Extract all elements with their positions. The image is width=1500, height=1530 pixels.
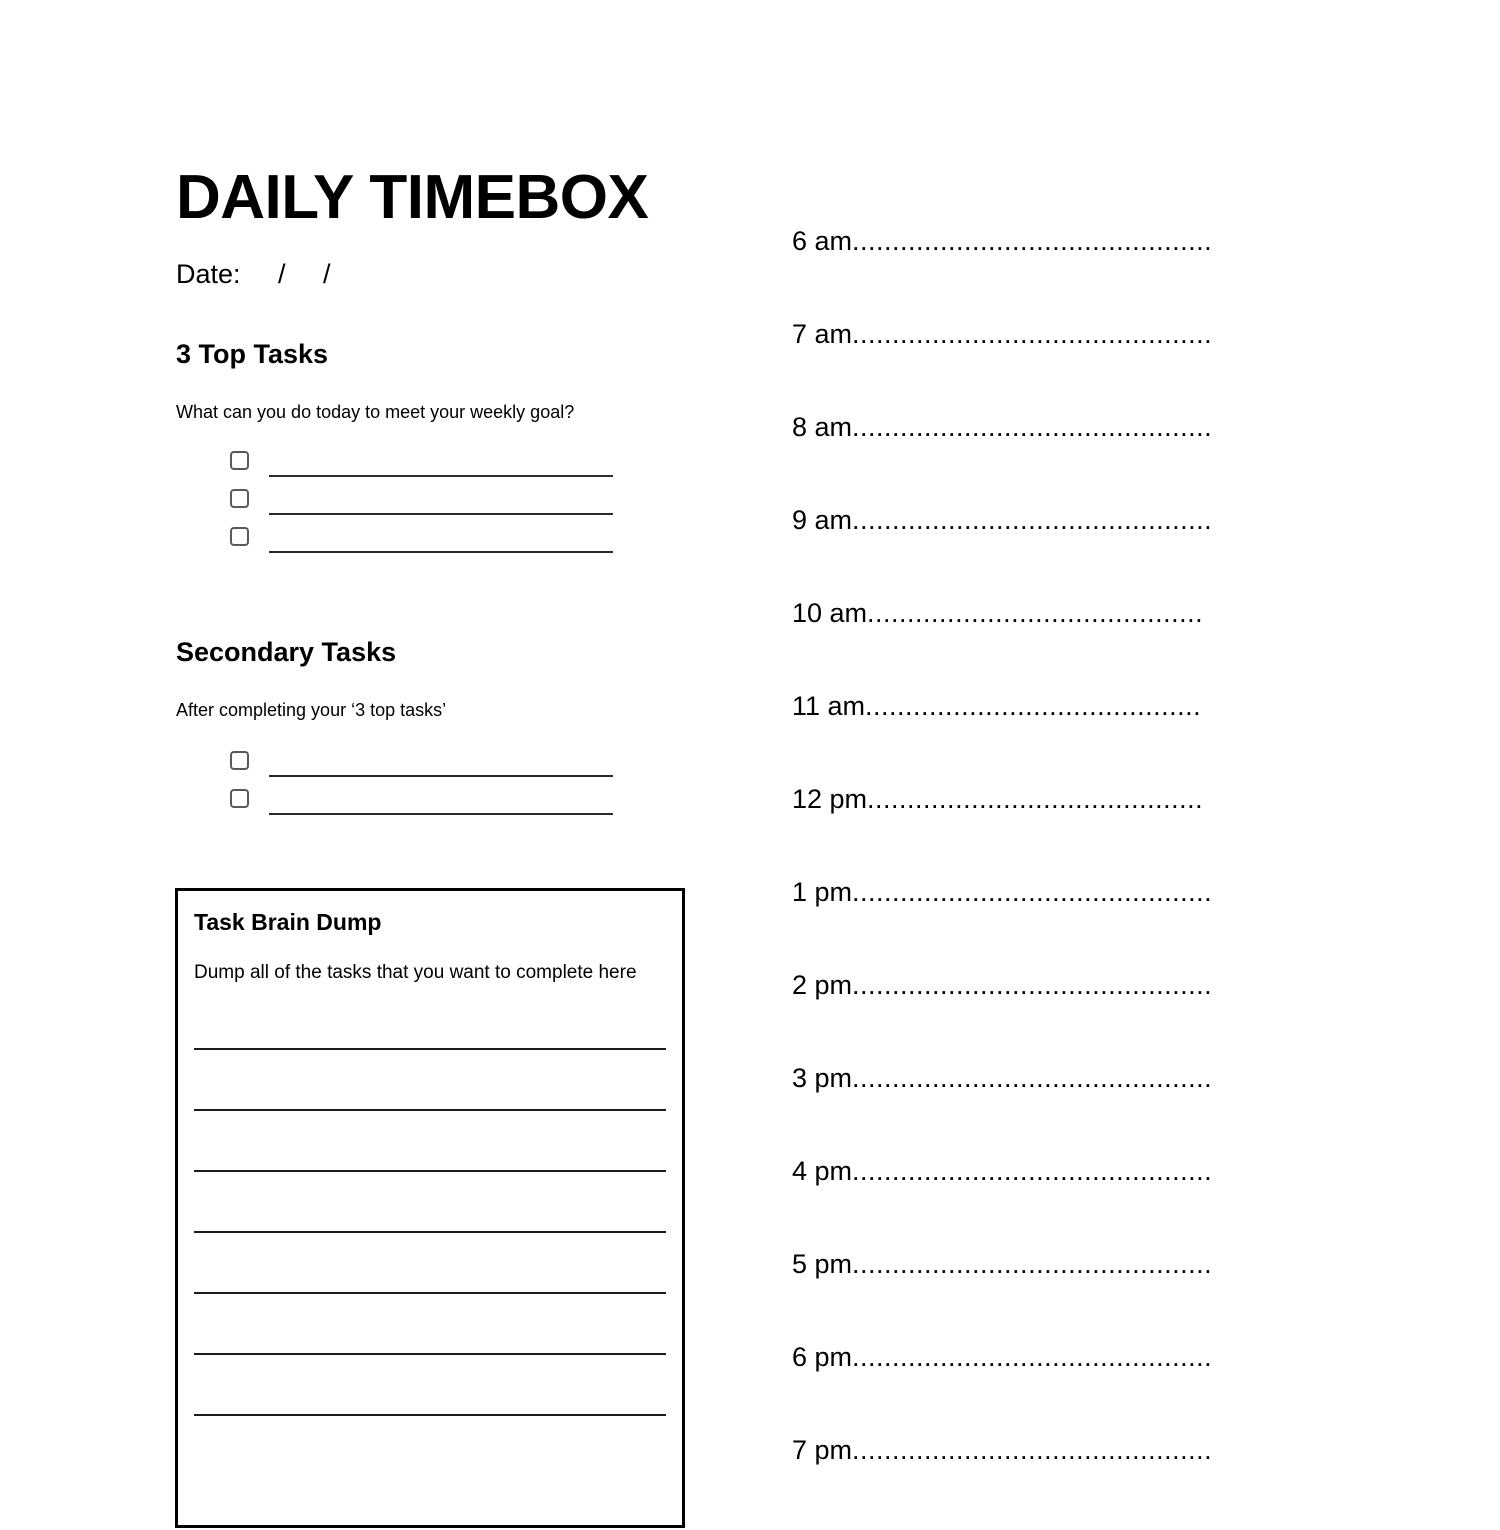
brain-dump-prompt: Dump all of the tasks that you want to c… xyxy=(194,961,637,983)
slot-time-label: 6 pm xyxy=(792,1344,853,1372)
brain-dump-line[interactable] xyxy=(194,1294,666,1356)
top-tasks-list xyxy=(230,450,696,564)
list-item[interactable] xyxy=(230,750,696,788)
schedule-slot-8am[interactable]: 8 am....................................… xyxy=(792,414,1262,507)
slot-leader-dots: ........................................… xyxy=(852,1251,1213,1279)
secondary-tasks-heading: Secondary Tasks xyxy=(176,637,397,668)
secondary-tasks-list xyxy=(230,750,696,826)
slot-time-label: 11 am xyxy=(792,693,866,721)
slot-time-label: 7 am xyxy=(792,321,853,349)
slot-time-label: 3 pm xyxy=(792,1065,853,1093)
slot-time-label: 12 pm xyxy=(792,786,868,814)
slot-time-label: 5 pm xyxy=(792,1251,853,1279)
list-item[interactable] xyxy=(230,788,696,826)
top-task-input-2[interactable] xyxy=(269,488,613,516)
slot-time-label: 9 am xyxy=(792,507,853,535)
slot-leader-dots: ........................................… xyxy=(865,693,1202,721)
slot-leader-dots: ........................................… xyxy=(852,1437,1213,1465)
schedule-slot-9am[interactable]: 9 am....................................… xyxy=(792,507,1262,600)
secondary-task-input-1[interactable] xyxy=(269,750,613,778)
schedule-slot-4pm[interactable]: 4 pm....................................… xyxy=(792,1158,1262,1251)
top-tasks-prompt: What can you do today to meet your weekl… xyxy=(176,401,575,422)
slot-time-label: 7 pm xyxy=(792,1437,853,1465)
schedule-slot-12pm[interactable]: 12 pm...................................… xyxy=(792,786,1262,879)
checkbox-icon[interactable] xyxy=(230,527,249,547)
brain-dump-line[interactable] xyxy=(194,1233,666,1295)
slot-leader-dots: ........................................… xyxy=(852,507,1213,535)
slot-time-label: 4 pm xyxy=(792,1158,853,1186)
slot-leader-dots: ........................................… xyxy=(852,1344,1213,1372)
schedule-slot-7pm[interactable]: 7 pm....................................… xyxy=(792,1437,1262,1530)
slot-leader-dots: ........................................… xyxy=(852,879,1213,907)
slot-time-label: 6 am xyxy=(792,228,853,256)
secondary-tasks-prompt: After completing your ‘3 top tasks’ xyxy=(176,699,447,720)
schedule-slot-1pm[interactable]: 1 pm....................................… xyxy=(792,879,1262,972)
top-task-input-3[interactable] xyxy=(269,526,613,554)
secondary-task-input-2[interactable] xyxy=(269,788,613,816)
list-item[interactable] xyxy=(230,526,696,564)
slot-leader-dots: ........................................… xyxy=(867,600,1204,628)
page-title: DAILY TIMEBOX xyxy=(176,163,649,232)
slot-time-label: 8 am xyxy=(792,414,853,442)
left-column: DAILY TIMEBOX Date: / / 3 Top Tasks What… xyxy=(176,165,696,826)
brain-dump-line[interactable] xyxy=(194,1355,666,1417)
slot-leader-dots: ........................................… xyxy=(852,1158,1213,1186)
brain-dump-heading: Task Brain Dump xyxy=(194,909,382,935)
top-tasks-heading: 3 Top Tasks xyxy=(176,339,329,370)
checkbox-icon[interactable] xyxy=(230,451,249,471)
schedule-slot-2pm[interactable]: 2 pm....................................… xyxy=(792,972,1262,1065)
schedule-slot-10am[interactable]: 10 am...................................… xyxy=(792,600,1262,693)
brain-dump-line[interactable] xyxy=(194,1172,666,1234)
slot-leader-dots: ........................................… xyxy=(852,414,1213,442)
brain-dump-line[interactable] xyxy=(194,1050,666,1112)
slot-time-label: 10 am xyxy=(792,600,868,628)
brain-dump-lines xyxy=(178,1014,682,1417)
top-task-input-1[interactable] xyxy=(269,450,613,478)
slot-leader-dots: ........................................… xyxy=(852,972,1213,1000)
list-item[interactable] xyxy=(230,488,696,526)
brain-dump-line[interactable] xyxy=(194,1014,666,1051)
schedule-slot-6pm[interactable]: 6 pm....................................… xyxy=(792,1344,1262,1437)
slot-time-label: 1 pm xyxy=(792,879,853,907)
schedule-slot-5pm[interactable]: 5 pm....................................… xyxy=(792,1251,1262,1344)
task-brain-dump-box: Task Brain Dump Dump all of the tasks th… xyxy=(175,888,685,1528)
checkbox-icon[interactable] xyxy=(230,751,249,771)
brain-dump-line[interactable] xyxy=(194,1111,666,1173)
schedule-slot-7am[interactable]: 7 am....................................… xyxy=(792,321,1262,414)
slot-leader-dots: ........................................… xyxy=(852,228,1213,256)
printable-planner-page: DAILY TIMEBOX Date: / / 3 Top Tasks What… xyxy=(0,0,1500,1528)
list-item[interactable] xyxy=(230,450,696,488)
slot-leader-dots: ........................................… xyxy=(867,786,1204,814)
schedule-slot-3pm[interactable]: 3 pm....................................… xyxy=(792,1065,1262,1158)
slot-time-label: 2 pm xyxy=(792,972,853,1000)
slot-leader-dots: ........................................… xyxy=(852,321,1213,349)
schedule-slot-11am[interactable]: 11 am...................................… xyxy=(792,693,1262,786)
date-field[interactable]: Date: / / xyxy=(176,258,696,290)
slot-leader-dots: ........................................… xyxy=(852,1065,1213,1093)
checkbox-icon[interactable] xyxy=(230,489,249,509)
checkbox-icon[interactable] xyxy=(230,789,249,809)
schedule-slot-6am[interactable]: 6 am....................................… xyxy=(792,228,1262,321)
hourly-schedule: 6 am....................................… xyxy=(792,228,1262,1530)
